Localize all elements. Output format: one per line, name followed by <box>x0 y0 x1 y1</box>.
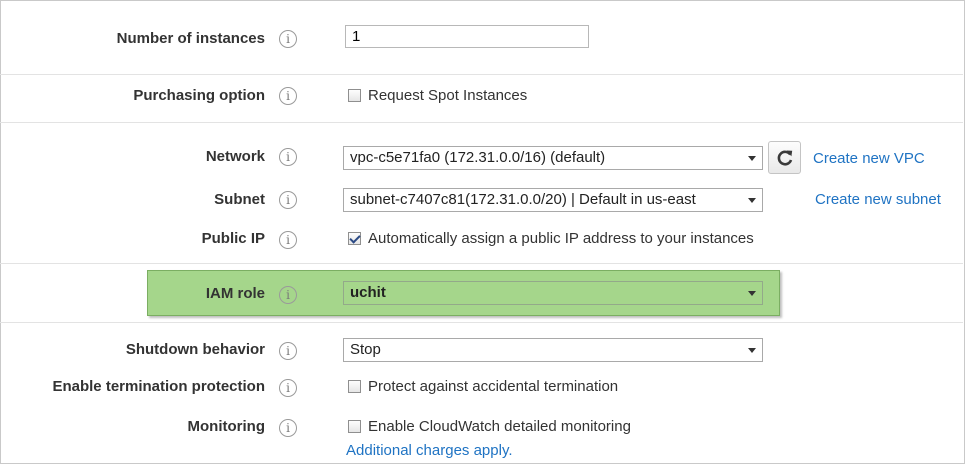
info-icon[interactable]: i <box>279 419 297 437</box>
monitoring-label: Monitoring <box>187 418 265 435</box>
shutdown-select-value: Stop <box>350 341 381 358</box>
iam-role-label: IAM role <box>205 285 265 302</box>
termination-label: Enable termination protection <box>52 378 265 395</box>
chevron-down-icon <box>748 348 756 353</box>
info-icon[interactable]: i <box>279 379 297 397</box>
subnet-select-value: subnet-c7407c81(172.31.0.0/20) | Default… <box>350 191 696 208</box>
monitoring-checkbox-label: Enable CloudWatch detailed monitoring <box>368 418 631 435</box>
network-select[interactable]: vpc-c5e71fa0 (172.31.0.0/16) (default) <box>343 146 763 170</box>
divider <box>0 122 963 123</box>
subnet-select[interactable]: subnet-c7407c81(172.31.0.0/20) | Default… <box>343 188 763 212</box>
public-ip-label: Public IP <box>201 230 265 247</box>
shutdown-label: Shutdown behavior <box>125 341 265 358</box>
info-icon[interactable]: i <box>279 286 297 304</box>
divider <box>0 74 963 75</box>
info-icon[interactable]: i <box>279 231 297 249</box>
spot-instances-label: Request Spot Instances <box>368 87 528 104</box>
spot-instances-checkbox[interactable] <box>348 89 361 102</box>
divider <box>0 263 963 264</box>
iam-role-select-value: uchit <box>350 284 386 301</box>
info-icon[interactable]: i <box>279 148 297 166</box>
shutdown-select[interactable]: Stop <box>343 338 763 362</box>
divider <box>0 322 963 323</box>
chevron-down-icon <box>748 291 756 296</box>
public-ip-checkbox[interactable] <box>348 232 361 245</box>
refresh-icon <box>777 150 793 166</box>
termination-checkbox[interactable] <box>348 380 361 393</box>
subnet-label: Subnet <box>214 191 265 208</box>
iam-role-select[interactable]: uchit <box>343 281 763 305</box>
instances-input[interactable] <box>345 25 589 48</box>
refresh-button[interactable] <box>768 141 801 174</box>
info-icon[interactable]: i <box>279 87 297 105</box>
termination-checkbox-label: Protect against accidental termination <box>368 378 619 395</box>
instances-label: Number of instances <box>116 30 265 47</box>
info-icon[interactable]: i <box>279 30 297 48</box>
additional-charges-link[interactable]: Additional charges apply. <box>346 442 513 459</box>
monitoring-checkbox[interactable] <box>348 420 361 433</box>
purchasing-label: Purchasing option <box>133 87 265 104</box>
chevron-down-icon <box>748 156 756 161</box>
network-select-value: vpc-c5e71fa0 (172.31.0.0/16) (default) <box>350 149 606 166</box>
public-ip-checkbox-label: Automatically assign a public IP address… <box>368 230 754 247</box>
create-vpc-link[interactable]: Create new VPC <box>813 150 925 167</box>
info-icon[interactable]: i <box>279 191 297 209</box>
create-subnet-link[interactable]: Create new subnet <box>815 191 941 208</box>
network-label: Network <box>205 148 265 165</box>
info-icon[interactable]: i <box>279 342 297 360</box>
chevron-down-icon <box>748 198 756 203</box>
